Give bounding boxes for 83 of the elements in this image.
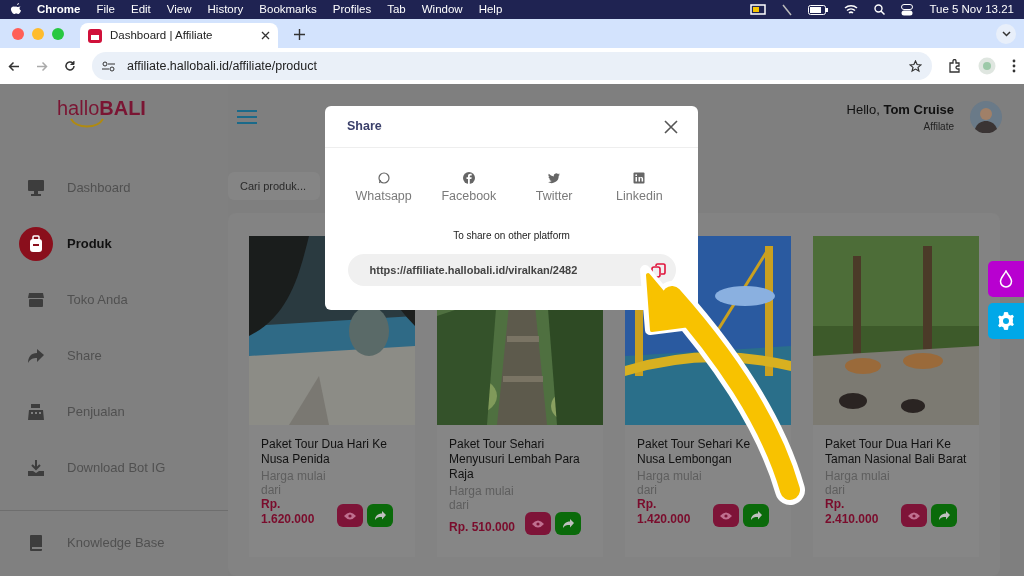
product-title: Paket Tour Sehari Ke Nusa Lembongan [637,437,752,467]
site-settings-icon[interactable] [102,60,115,72]
eye-icon [532,519,544,528]
apple-icon[interactable] [10,3,21,16]
search-icon[interactable] [874,4,886,15]
menu-item[interactable]: File [96,0,115,19]
share-icon [27,347,45,365]
menu-item[interactable]: Tab [387,0,406,19]
reload-icon[interactable] [64,60,76,72]
share-icon [374,511,386,520]
chevron-down-icon [1001,30,1011,37]
battery-icon[interactable] [808,4,829,15]
eye-icon [720,511,732,520]
share-icon [938,511,950,520]
star-icon[interactable] [909,59,922,73]
share-button[interactable] [931,504,957,527]
back-icon[interactable] [8,60,20,72]
book-icon [27,534,45,552]
product-title: Paket Tour Dua Hari Ke Nusa Penida [261,437,388,467]
settings-button[interactable] [988,303,1024,339]
browser-tab[interactable]: Dashboard | Affiliate [80,23,278,48]
product-price: Rp. 1.620.000 [261,497,316,527]
display-icon[interactable] [750,3,767,16]
sidebar-item[interactable]: Produk [0,216,228,272]
close-icon[interactable] [664,120,678,135]
product-title: Paket Tour Sehari Menyusuri Lembah Para Raja [449,437,581,482]
droplet-icon [999,270,1013,288]
menubar-clock[interactable]: Tue 5 Nov 13.21 [929,0,1014,19]
store-icon [27,291,45,309]
menu-item[interactable]: Window [421,0,463,19]
view-button[interactable] [713,504,739,527]
eye-icon [344,511,356,520]
twitter-icon [548,172,561,184]
menu-item[interactable]: Help [478,0,503,19]
facebook-icon [462,172,475,184]
share-hint: To share on other platform [453,229,570,241]
avatar [970,101,1002,133]
share-option[interactable]: Twitter [514,172,595,206]
menu-item[interactable]: Edit [131,0,151,19]
greeting: Hello, Tom Cruise [846,100,954,119]
share-button[interactable] [743,504,769,527]
app-menu[interactable]: Chrome [37,0,81,19]
menu-item[interactable]: View [166,0,192,19]
share-option[interactable]: Whatsapp [343,172,424,206]
menu-item[interactable]: History [207,0,244,19]
add-tab-icon[interactable] [294,28,305,40]
product-price: Rp. 510.000 [449,520,517,535]
extensions-icon[interactable] [948,59,962,73]
menu-item[interactable]: Bookmarks [259,0,317,19]
view-button[interactable] [337,504,363,527]
share-icon [562,519,574,528]
slash-icon[interactable] [782,3,793,16]
download-icon [27,459,45,477]
product-title: Paket Tour Dua Hari Ke Taman Nasional Bali Barat [825,437,967,467]
view-button[interactable] [901,504,927,527]
monitor-icon [27,179,45,197]
product-price: Rp. 1.420.000 [637,497,692,527]
site-favicon [88,28,102,43]
cash-register-icon [27,403,45,421]
product-price: Rp. 2.410.000 [825,497,880,527]
luggage-icon [27,235,45,253]
share-icon [750,511,762,520]
settings-icon [996,311,1016,331]
view-button[interactable] [525,512,551,535]
share-button[interactable] [555,512,581,535]
tab-search-button[interactable] [996,23,1016,44]
user-role: Affilate [922,120,954,135]
share-button[interactable] [367,504,393,527]
control-center-icon[interactable] [901,3,914,16]
close-icon[interactable] [261,31,270,41]
share-option[interactable]: Linkedin [599,172,680,206]
whatsapp-icon [377,172,390,184]
theme-button[interactable] [988,261,1024,297]
share-option[interactable]: Facebook [428,172,509,206]
dialog-title: Share [347,118,382,136]
menu-icon[interactable] [1012,59,1016,73]
search-field[interactable]: Cari produk... [228,172,320,200]
address-bar[interactable]: affiliate.hallobali.id/affiliate/product [92,52,932,80]
eye-icon [908,511,920,520]
menu-item[interactable]: Profiles [332,0,372,19]
linkedin-icon [633,172,646,184]
wifi-icon[interactable] [844,4,859,15]
share-link-field[interactable]: https://affiliate.hallobali.id/viralkan/2482 [347,253,676,286]
